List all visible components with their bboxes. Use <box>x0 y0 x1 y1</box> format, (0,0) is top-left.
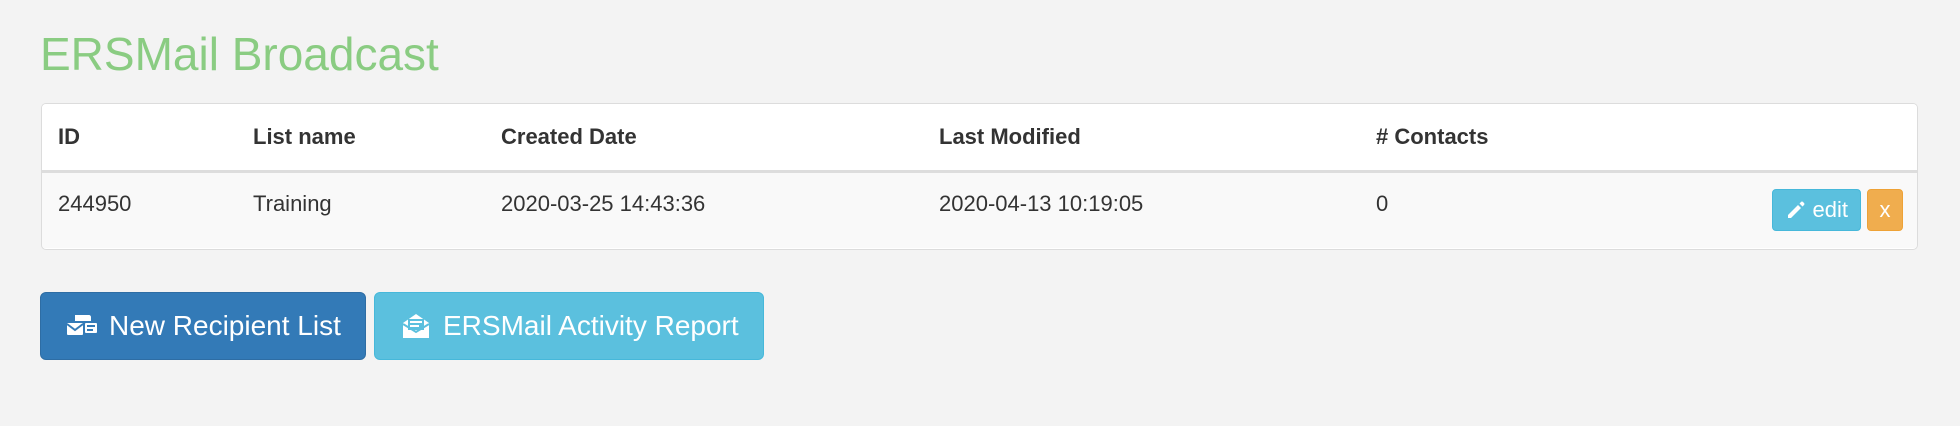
edit-button[interactable]: edit <box>1771 189 1861 231</box>
column-header-actions <box>1719 104 1917 173</box>
cell-actions: edit x <box>1719 171 1917 248</box>
new-recipient-list-button[interactable]: New Recipient List <box>40 292 366 360</box>
cell-list-name: Training <box>237 171 485 248</box>
mail-list-icon <box>65 311 99 341</box>
table-row: 244950 Training 2020-03-25 14:43:36 2020… <box>42 171 1917 248</box>
column-header-list-name: List name <box>237 104 485 173</box>
table-header-row: ID List name Created Date Last Modified … <box>42 104 1917 173</box>
pencil-icon <box>1785 199 1807 221</box>
page-title: ERSMail Broadcast <box>40 28 439 80</box>
edit-button-label: edit <box>1812 197 1848 222</box>
column-header-created-date: Created Date <box>485 104 923 173</box>
column-header-id: ID <box>42 104 237 173</box>
cell-last-modified: 2020-04-13 10:19:05 <box>923 171 1360 248</box>
recipient-lists-panel: ID List name Created Date Last Modified … <box>41 103 1918 250</box>
column-header-contacts: # Contacts <box>1360 104 1719 173</box>
column-header-last-modified: Last Modified <box>923 104 1360 173</box>
cell-id: 244950 <box>42 171 237 248</box>
cell-contacts: 0 <box>1360 171 1719 248</box>
envelope-open-icon <box>399 311 433 341</box>
new-recipient-list-label: New Recipient List <box>109 310 341 341</box>
cell-created-date: 2020-03-25 14:43:36 <box>485 171 923 248</box>
delete-button[interactable]: x <box>1867 189 1903 231</box>
activity-report-button[interactable]: ERSMail Activity Report <box>374 292 764 360</box>
recipient-lists-table: ID List name Created Date Last Modified … <box>42 104 1917 248</box>
activity-report-label: ERSMail Activity Report <box>443 310 739 341</box>
